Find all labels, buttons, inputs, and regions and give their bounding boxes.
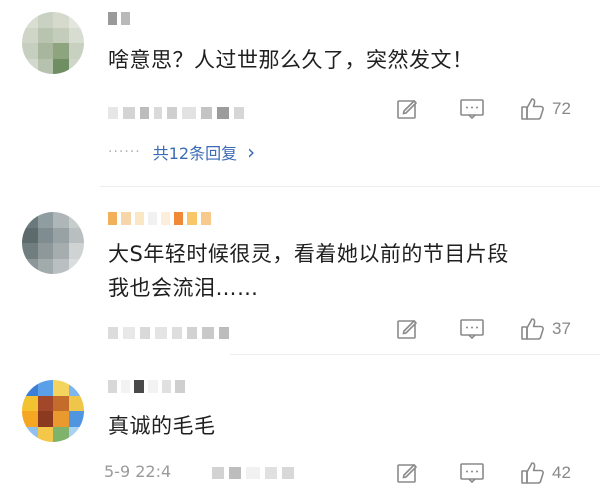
- meta-blurred: [108, 326, 229, 340]
- share-edit-button[interactable]: [395, 316, 419, 342]
- like-button[interactable]: 37: [520, 316, 571, 342]
- comment-actions: 37: [395, 316, 595, 342]
- like-count: 72: [552, 99, 571, 118]
- thumbs-up-icon: [521, 462, 544, 484]
- reply-button[interactable]: [459, 460, 485, 486]
- comment-timestamp: 5-9 22:4: [104, 462, 172, 481]
- avatar[interactable]: [22, 212, 84, 274]
- reply-button[interactable]: [459, 316, 485, 342]
- like-button[interactable]: 42: [520, 460, 571, 486]
- comment-item-1: 啥意思？人过世那么久了，突然发文！ 72 ······ 共12条回复 ›: [0, 0, 600, 200]
- reply-button[interactable]: [459, 96, 485, 122]
- thumbs-up-icon: [521, 318, 544, 340]
- comment-item-2: 大S年轻时候很灵，看着她以前的节目片段 我也会流泪…… 37: [0, 200, 600, 355]
- username-blurred[interactable]: [108, 380, 185, 396]
- share-edit-button[interactable]: [395, 96, 419, 122]
- username-blurred[interactable]: [108, 212, 211, 228]
- meta-blurred: [108, 106, 244, 120]
- comment-item-3: 真诚的毛毛 5-9 22:4 42: [0, 366, 600, 500]
- divider: [230, 354, 600, 355]
- comment-icon: [460, 99, 484, 120]
- comment-text: 真诚的毛毛: [108, 414, 216, 438]
- chevron-right-icon: ›: [247, 140, 256, 164]
- username-blurred[interactable]: [108, 12, 130, 28]
- like-button[interactable]: 72: [520, 96, 571, 122]
- edit-icon: [397, 463, 418, 483]
- thumbs-up-icon: [521, 98, 544, 120]
- replies-count-label: 共12条回复: [152, 144, 238, 163]
- comment-icon: [460, 319, 484, 340]
- comment-text-line-2: 我也会流泪……: [108, 276, 259, 300]
- dots-divider: ······: [108, 144, 141, 160]
- avatar[interactable]: [22, 380, 84, 442]
- view-replies-link[interactable]: ······ 共12条回复 ›: [108, 140, 255, 164]
- edit-icon: [397, 319, 418, 339]
- edit-icon: [397, 99, 418, 119]
- like-count: 42: [552, 463, 571, 482]
- comment-actions: 42: [395, 460, 595, 486]
- comment-text: 啥意思？人过世那么久了，突然发文！: [108, 48, 474, 72]
- avatar[interactable]: [22, 12, 84, 74]
- meta-blurred: [212, 466, 294, 480]
- comment-text-line-1: 大S年轻时候很灵，看着她以前的节目片段: [108, 242, 509, 266]
- comment-actions: 72: [395, 96, 595, 122]
- like-count: 37: [552, 319, 571, 338]
- share-edit-button[interactable]: [395, 460, 419, 486]
- divider: [100, 186, 600, 187]
- comment-icon: [460, 463, 484, 484]
